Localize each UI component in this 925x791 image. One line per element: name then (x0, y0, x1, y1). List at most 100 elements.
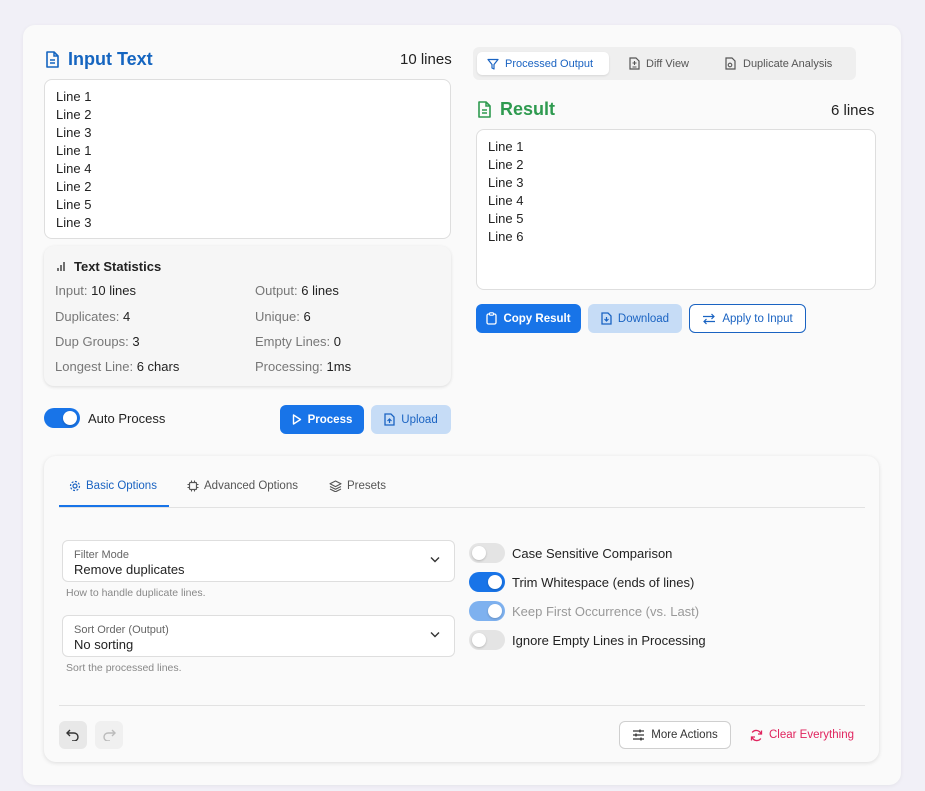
download-file-icon (601, 312, 612, 325)
input-line: Line 3 (56, 215, 92, 230)
gear-icon (69, 480, 81, 492)
tab-basic-options[interactable]: Basic Options (69, 480, 157, 492)
process-label: Process (307, 413, 353, 426)
input-line: Line 1 (56, 143, 92, 158)
filter-mode-helper: How to handle duplicate lines. (66, 587, 206, 599)
input-title: Input Text (45, 49, 153, 70)
auto-process-toggle[interactable] (44, 408, 80, 428)
main-card: Input Text 10 lines Line 1 Line 2 Line 3… (23, 25, 901, 785)
tabs-divider (59, 507, 865, 508)
document-icon (477, 101, 492, 118)
text-statistics-panel: Text Statistics Input: 10 lines Output: … (44, 246, 451, 386)
result-textarea[interactable]: Line 1 Line 2 Line 3 Line 4 Line 5 Line … (476, 129, 876, 290)
process-button[interactable]: Process (280, 405, 364, 434)
sort-order-helper: Sort the processed lines. (66, 662, 182, 674)
keep-first-toggle[interactable] (469, 601, 505, 621)
sort-order-value: No sorting (74, 637, 134, 652)
copy-result-label: Copy Result (503, 312, 571, 325)
swap-arrows-icon (702, 313, 716, 325)
tab-diff-view[interactable]: Diff View (619, 52, 699, 75)
tab-diff-label: Diff View (646, 57, 690, 70)
tab-duplicate-analysis[interactable]: Duplicate Analysis (715, 52, 842, 75)
bar-chart-icon (56, 261, 68, 272)
case-sensitive-label: Case Sensitive Comparison (512, 546, 673, 561)
stat-longest-line: Longest Line: 6 chars (55, 359, 180, 374)
download-button[interactable]: Download (588, 304, 682, 333)
stat-unique: Unique: 6 (255, 309, 311, 324)
chevron-down-icon (430, 556, 440, 563)
result-title: Result (477, 99, 555, 120)
keep-first-label: Keep First Occurrence (vs. Last) (512, 604, 700, 619)
sliders-icon (632, 729, 645, 741)
upload-button[interactable]: Upload (371, 405, 451, 434)
stat-processing: Processing: 1ms (255, 359, 352, 374)
tab-advanced-options[interactable]: Advanced Options (187, 480, 298, 492)
result-line: Line 4 (488, 193, 524, 208)
refresh-icon (750, 729, 763, 742)
tab-duplicate-label: Duplicate Analysis (743, 57, 833, 70)
stats-title: Text Statistics (56, 259, 161, 274)
input-textarea[interactable]: Line 1 Line 2 Line 3 Line 1 Line 4 Line … (44, 79, 451, 239)
tab-advanced-label: Advanced Options (204, 480, 298, 492)
sort-order-label: Sort Order (Output) (74, 624, 169, 636)
cpu-icon (187, 480, 199, 492)
result-line: Line 2 (488, 157, 524, 172)
input-line: Line 5 (56, 197, 92, 212)
ignore-empty-label: Ignore Empty Lines in Processing (512, 633, 706, 648)
trim-whitespace-label: Trim Whitespace (ends of lines) (512, 575, 695, 590)
input-line: Line 2 (56, 179, 92, 194)
footer-divider (59, 705, 865, 706)
result-line: Line 5 (488, 211, 524, 226)
more-actions-button[interactable]: More Actions (619, 721, 731, 749)
chevron-down-icon (430, 631, 440, 638)
copy-result-button[interactable]: Copy Result (476, 304, 581, 333)
stat-output: Output: 6 lines (255, 283, 339, 298)
options-panel: Basic Options Advanced Options Presets F… (44, 456, 879, 762)
stat-dup-groups: Dup Groups: 3 (55, 334, 140, 349)
file-search-icon (725, 57, 737, 70)
result-line-count: 6 lines (831, 102, 875, 119)
case-sensitive-toggle[interactable] (469, 543, 505, 563)
undo-icon (66, 729, 80, 741)
tab-processed-output[interactable]: Processed Output (477, 52, 609, 75)
result-line: Line 6 (488, 229, 524, 244)
document-icon (45, 51, 60, 68)
tab-basic-label: Basic Options (86, 480, 157, 492)
input-title-text: Input Text (68, 49, 153, 69)
stat-duplicates: Duplicates: 4 (55, 309, 131, 324)
filter-mode-value: Remove duplicates (74, 562, 185, 577)
filter-icon (487, 58, 499, 70)
ignore-empty-toggle[interactable] (469, 630, 505, 650)
input-line: Line 1 (56, 89, 92, 104)
stat-input: Input: 10 lines (55, 283, 136, 298)
stats-title-text: Text Statistics (74, 259, 162, 274)
filter-mode-select[interactable]: Filter Mode Remove duplicates (62, 540, 455, 582)
stat-empty-lines: Empty Lines: 0 (255, 334, 342, 349)
download-label: Download (617, 312, 670, 325)
clipboard-icon (486, 312, 498, 325)
result-line: Line 1 (488, 139, 524, 154)
tab-presets-label: Presets (347, 480, 386, 492)
clear-everything-label: Clear Everything (768, 729, 854, 741)
redo-button[interactable] (95, 721, 123, 749)
result-title-text: Result (500, 99, 556, 119)
output-tabs: Processed Output Diff View Duplicate Ana… (473, 47, 856, 80)
input-line: Line 2 (56, 107, 92, 122)
trim-whitespace-toggle[interactable] (469, 572, 505, 592)
redo-icon (102, 729, 116, 741)
input-line: Line 3 (56, 125, 92, 140)
clear-everything-button[interactable]: Clear Everything (744, 721, 860, 749)
input-line: Line 4 (56, 161, 92, 176)
file-diff-icon (629, 57, 640, 70)
sort-order-select[interactable]: Sort Order (Output) No sorting (62, 615, 455, 657)
apply-to-input-button[interactable]: Apply to Input (689, 304, 806, 333)
result-line: Line 3 (488, 175, 524, 190)
tab-presets[interactable]: Presets (329, 480, 386, 492)
play-icon (292, 414, 302, 425)
upload-label: Upload (401, 413, 438, 426)
upload-file-icon (384, 413, 395, 426)
undo-button[interactable] (59, 721, 87, 749)
filter-mode-label: Filter Mode (74, 549, 130, 561)
input-line-count: 10 lines (400, 51, 452, 68)
more-actions-label: More Actions (651, 729, 718, 741)
